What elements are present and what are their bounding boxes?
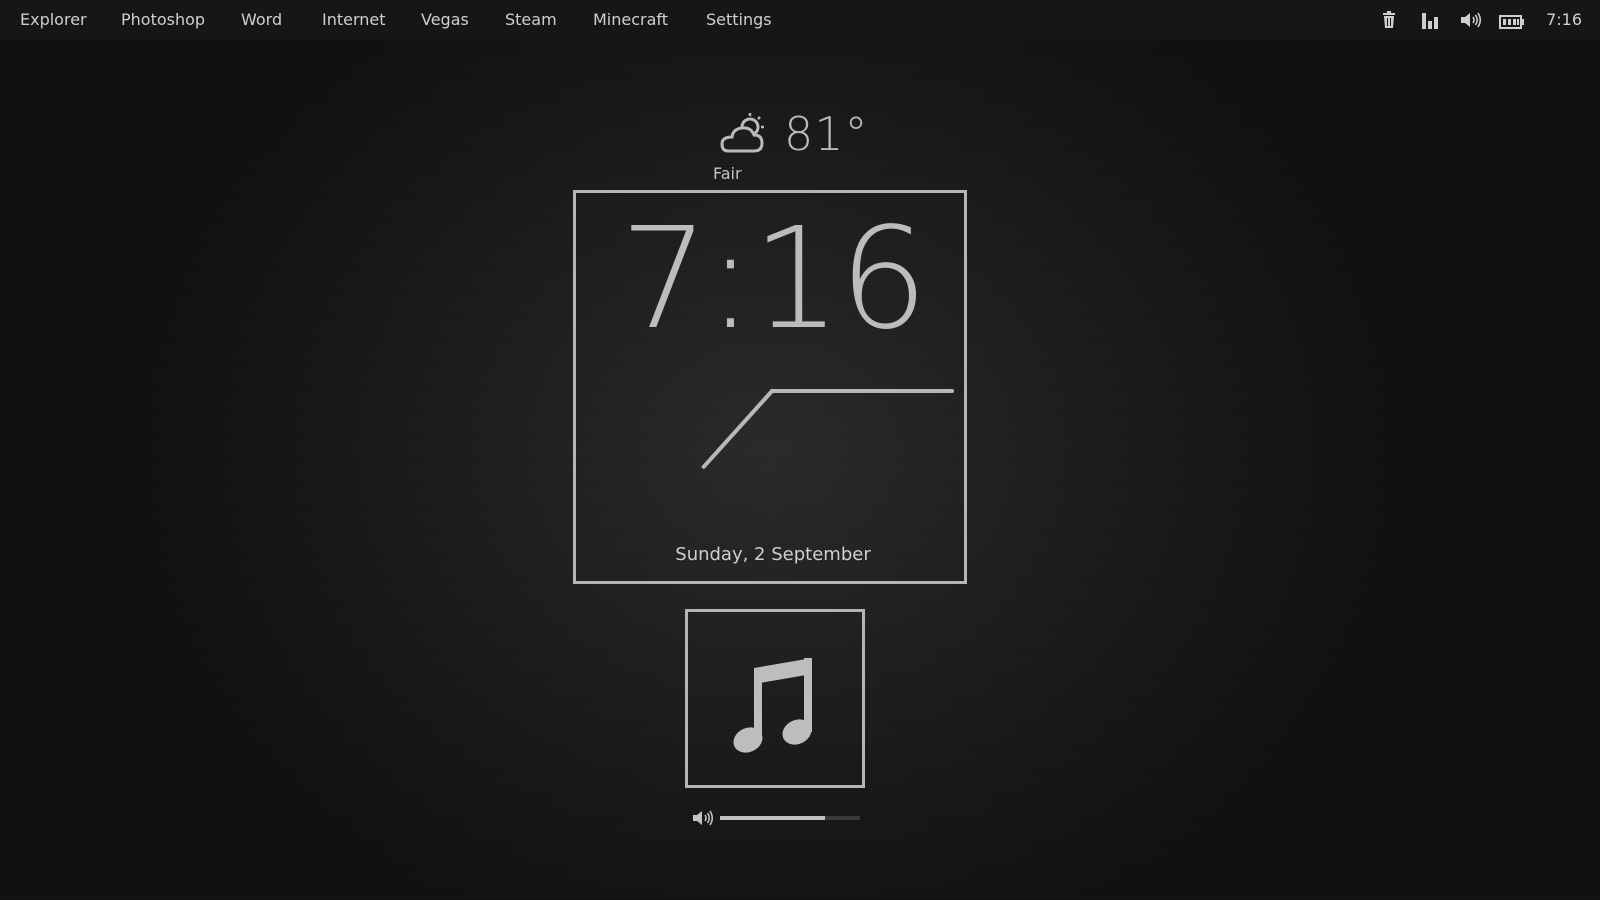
menu-item-internet[interactable]: Internet xyxy=(322,0,386,40)
weather-condition: Fair xyxy=(713,164,742,183)
menu-item-explorer[interactable]: Explorer xyxy=(20,0,87,40)
tray-clock[interactable]: 7:16 xyxy=(1546,0,1582,40)
volume-level xyxy=(720,816,825,820)
clock-date: Sunday, 2 September xyxy=(675,544,871,565)
menu-item-photoshop[interactable]: Photoshop xyxy=(121,0,205,40)
volume-slider[interactable] xyxy=(720,816,860,820)
trash-icon[interactable] xyxy=(1382,11,1396,29)
battery-icon[interactable] xyxy=(1499,13,1525,31)
menu-item-settings[interactable]: Settings xyxy=(706,0,772,40)
music-player-button[interactable] xyxy=(685,609,865,788)
menu-item-minecraft[interactable]: Minecraft xyxy=(593,0,668,40)
volume-speaker-icon[interactable] xyxy=(692,808,714,828)
menu-item-steam[interactable]: Steam xyxy=(505,0,557,40)
menu-item-word[interactable]: Word xyxy=(241,0,282,40)
menu-item-vegas[interactable]: Vegas xyxy=(421,0,469,40)
hour-hand xyxy=(701,389,774,469)
cloud-sun-icon xyxy=(720,113,764,153)
analog-clock-hands xyxy=(701,389,954,469)
speaker-icon[interactable] xyxy=(1460,11,1482,29)
top-menu-bar: Explorer Photoshop Word Internet Vegas S… xyxy=(0,0,1600,40)
weather-temperature: 81° xyxy=(784,107,869,161)
music-note-icon xyxy=(733,658,812,753)
clock-widget: 7:16 Sunday, 2 September xyxy=(573,190,967,584)
desktop: Explorer Photoshop Word Internet Vegas S… xyxy=(0,0,1600,900)
signal-bars-icon[interactable] xyxy=(1421,11,1439,29)
